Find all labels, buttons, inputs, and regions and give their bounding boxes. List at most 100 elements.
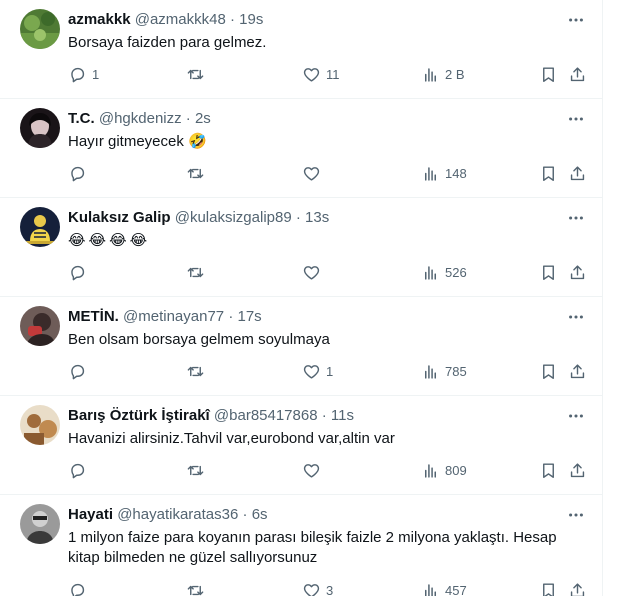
retweet-button[interactable] (186, 579, 210, 596)
display-name[interactable]: T.C. (68, 110, 95, 127)
like-button[interactable]: 3 (302, 579, 333, 596)
share-button[interactable] (568, 360, 587, 382)
view-count: 526 (445, 264, 467, 280)
bookmark-button[interactable] (539, 261, 558, 283)
views-button[interactable]: 809 (421, 459, 467, 481)
timestamp[interactable]: 17s (237, 308, 261, 325)
like-button[interactable] (302, 162, 326, 184)
bar-chart-icon (421, 362, 440, 381)
user-handle[interactable]: @bar85417868 (214, 407, 318, 424)
timestamp[interactable]: 11s (331, 407, 354, 424)
bookmark-button[interactable] (539, 579, 558, 596)
avatar[interactable] (20, 405, 60, 445)
tweet[interactable]: Barış Öztürk İştirakî @bar85417868 · 11s… (0, 396, 602, 495)
share-button[interactable] (568, 162, 587, 184)
reply-button[interactable] (68, 579, 92, 596)
timestamp[interactable]: 6s (252, 506, 268, 523)
view-count: 809 (445, 462, 467, 478)
like-button[interactable] (302, 261, 326, 283)
display-name[interactable]: Hayati (68, 506, 113, 523)
retweet-button[interactable] (186, 63, 210, 85)
views-button[interactable]: 148 (421, 162, 467, 184)
tweet-header: T.C. @hgkdenizz · 2s (68, 109, 562, 129)
tweet-header: Hayati @hayatikaratas36 · 6s (68, 505, 562, 525)
tweet[interactable]: azmakkk @azmakkk48 · 19s Borsaya faizden… (0, 0, 602, 99)
share-button[interactable] (568, 63, 587, 85)
reply-bubble-icon (68, 263, 87, 282)
like-button[interactable] (302, 459, 326, 481)
bookmark-button[interactable] (539, 459, 558, 481)
views-button[interactable]: 2 B (421, 63, 465, 85)
bookmark-icon (539, 65, 558, 84)
bookmark-button[interactable] (539, 63, 558, 85)
reply-button[interactable] (68, 459, 92, 481)
like-count: 11 (326, 66, 340, 82)
heart-icon (302, 362, 321, 381)
reply-button[interactable] (68, 360, 92, 382)
share-upload-icon (568, 362, 587, 381)
tweet-text: Havanizi alirsiniz.Tahvil var,eurobond v… (68, 430, 395, 447)
reply-bubble-icon (68, 362, 87, 381)
heart-icon (302, 263, 321, 282)
avatar[interactable] (20, 504, 60, 544)
reply-bubble-icon (68, 581, 87, 596)
share-button[interactable] (568, 579, 587, 596)
retweet-icon (186, 263, 205, 282)
tweet-text: 😂 😂 😂 😂 (68, 231, 572, 251)
timestamp[interactable]: 2s (195, 110, 211, 127)
user-handle[interactable]: @azmakkk48 (135, 11, 226, 28)
avatar[interactable] (20, 306, 60, 346)
tweet-feed: azmakkk @azmakkk48 · 19s Borsaya faizden… (0, 0, 603, 596)
more-dots-icon[interactable] (566, 505, 586, 525)
more-dots-icon[interactable] (566, 307, 586, 327)
tweet-header: Barış Öztürk İştirakî @bar85417868 · 11s (68, 406, 562, 426)
reply-button[interactable] (68, 162, 92, 184)
tweet-actions: 526 (68, 261, 596, 283)
tweet-actions: 148 (68, 162, 596, 184)
separator: · (185, 110, 191, 127)
display-name[interactable]: Kulaksız Galip (68, 209, 171, 226)
avatar[interactable] (20, 9, 60, 49)
retweet-button[interactable] (186, 261, 210, 283)
tweet[interactable]: Hayati @hayatikaratas36 · 6s 1 milyon fa… (0, 495, 602, 596)
reply-button[interactable] (68, 261, 92, 283)
retweet-button[interactable] (186, 360, 210, 382)
timestamp[interactable]: 19s (239, 11, 263, 28)
user-handle[interactable]: @metinayan77 (123, 308, 224, 325)
display-name[interactable]: azmakkk (68, 11, 131, 28)
more-dots-icon[interactable] (566, 109, 586, 129)
tweet[interactable]: Kulaksız Galip @kulaksizgalip89 · 13s 😂 … (0, 198, 602, 297)
tweet[interactable]: METİN. @metinayan77 · 17s Ben olsam bors… (0, 297, 602, 396)
tweet[interactable]: T.C. @hgkdenizz · 2s Hayır gitmeyecek 🤣 (0, 99, 602, 198)
views-button[interactable]: 526 (421, 261, 467, 283)
more-dots-icon[interactable] (566, 208, 586, 228)
timestamp[interactable]: 13s (305, 209, 329, 226)
share-button[interactable] (568, 459, 587, 481)
retweet-button[interactable] (186, 459, 210, 481)
view-count: 2 B (445, 66, 465, 82)
views-button[interactable]: 457 (421, 579, 467, 596)
user-handle[interactable]: @hayatikaratas36 (117, 506, 238, 523)
display-name[interactable]: Barış Öztürk İştirakî (68, 407, 210, 424)
views-button[interactable]: 785 (421, 360, 467, 382)
bookmark-icon (539, 362, 558, 381)
avatar[interactable] (20, 207, 60, 247)
bar-chart-icon (421, 581, 440, 596)
reply-button[interactable]: 1 (68, 63, 99, 85)
reply-bubble-icon (68, 65, 87, 84)
tears-of-joy-emoji: 😂 (109, 232, 127, 249)
share-button[interactable] (568, 261, 587, 283)
bookmark-button[interactable] (539, 360, 558, 382)
more-dots-icon[interactable] (566, 10, 586, 30)
tweet-header: azmakkk @azmakkk48 · 19s (68, 10, 562, 30)
display-name[interactable]: METİN. (68, 308, 119, 325)
bookmark-button[interactable] (539, 162, 558, 184)
avatar[interactable] (20, 108, 60, 148)
like-button[interactable]: 11 (302, 63, 340, 85)
more-dots-icon[interactable] (566, 406, 586, 426)
user-handle[interactable]: @kulaksizgalip89 (175, 209, 292, 226)
heart-icon (302, 461, 321, 480)
like-button[interactable]: 1 (302, 360, 333, 382)
retweet-button[interactable] (186, 162, 210, 184)
user-handle[interactable]: @hgkdenizz (99, 110, 182, 127)
